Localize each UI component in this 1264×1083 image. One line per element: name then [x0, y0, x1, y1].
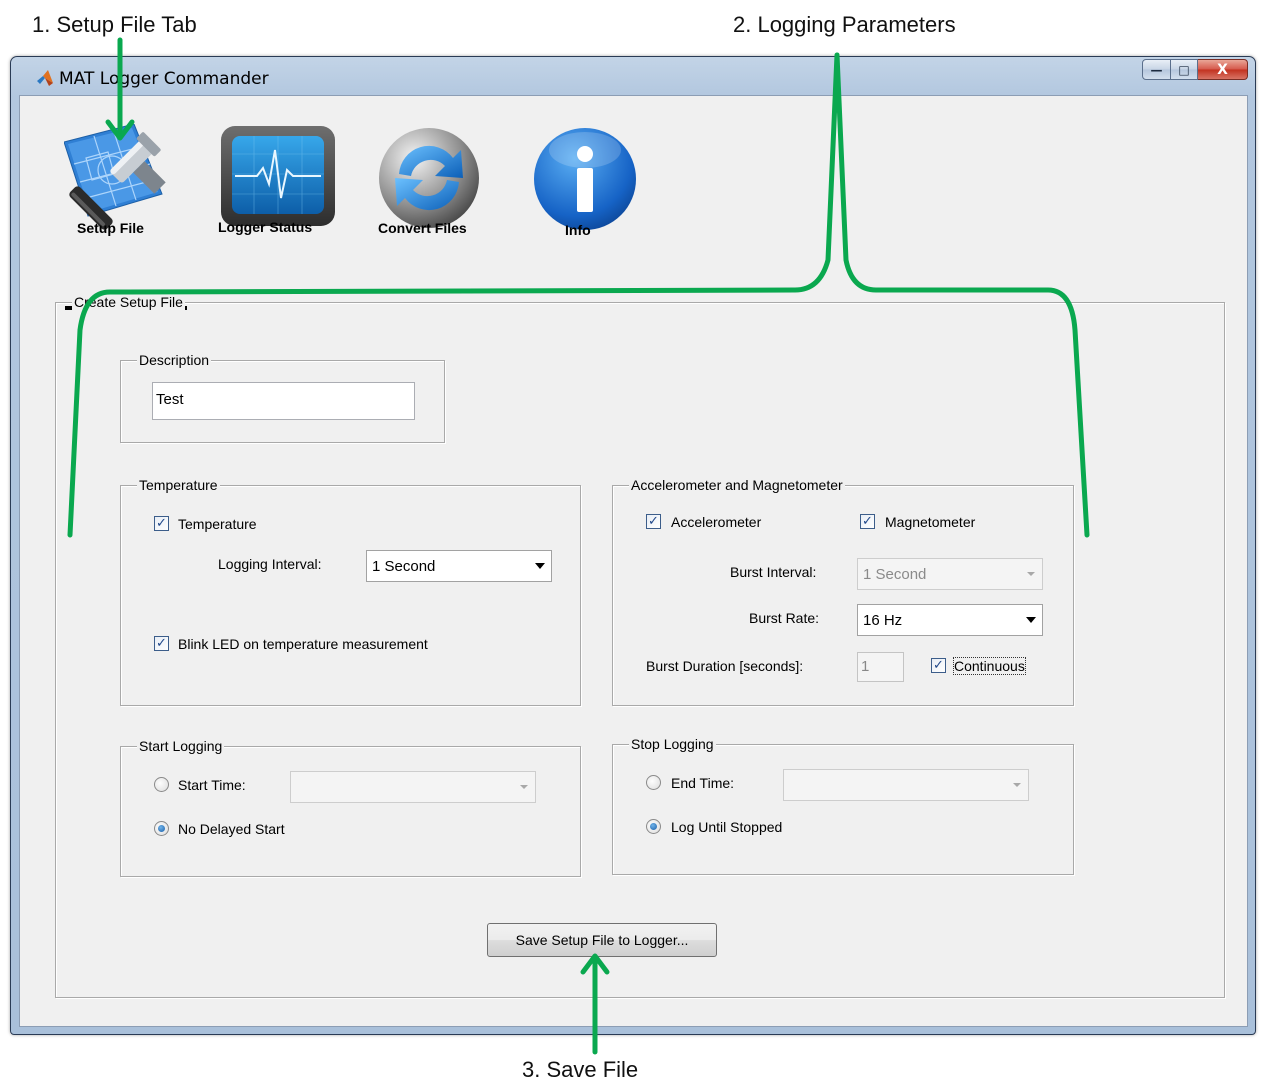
stop-logging-title: Stop Logging: [629, 736, 716, 752]
window-title: MAT Logger Commander: [59, 69, 269, 89]
maximize-icon: □: [1178, 62, 1190, 77]
chevron-down-icon: [1006, 770, 1028, 800]
temperature-checkbox[interactable]: ✓: [154, 516, 169, 531]
log-until-stopped-label: Log Until Stopped: [671, 819, 783, 835]
magnetometer-label: Magnetometer: [885, 514, 976, 530]
tab-logger-status[interactable]: Logger Status: [207, 124, 342, 235]
app-window: MAT Logger Commander — □ X Setup File Lo…: [10, 56, 1256, 1035]
chevron-down-icon: [1020, 605, 1042, 635]
info-icon: [531, 126, 639, 232]
no-delayed-start-radio[interactable]: [154, 821, 169, 836]
description-group: Description Test: [120, 352, 445, 443]
accelerometer-checkbox[interactable]: ✓: [646, 514, 661, 529]
chevron-down-icon: [529, 551, 551, 581]
tab-logger-status-label: Logger Status: [218, 219, 313, 235]
tab-convert-files[interactable]: Convert Files: [365, 124, 500, 236]
end-time-label: End Time:: [671, 775, 735, 791]
callout-logging-parameters: 2. Logging Parameters: [733, 12, 956, 37]
burst-duration-label: Burst Duration [seconds]:: [646, 658, 804, 674]
start-logging-title: Start Logging: [137, 738, 225, 754]
accel-mag-group: Accelerometer and Magnetometer ✓ Acceler…: [612, 477, 1074, 706]
temperature-title: Temperature: [137, 477, 220, 493]
burst-rate-value: 16 Hz: [863, 611, 903, 629]
end-time-radio[interactable]: [646, 775, 661, 790]
chevron-down-icon: [513, 772, 535, 802]
monitor-heartbeat-icon: [219, 124, 337, 229]
burst-interval-label: Burst Interval:: [730, 564, 817, 580]
checkmark-icon: ✓: [933, 658, 944, 673]
burst-rate-label: Burst Rate:: [749, 610, 820, 626]
accel-mag-title: Accelerometer and Magnetometer: [629, 477, 845, 493]
tab-info-label: Info: [565, 222, 591, 238]
no-delayed-start-label: No Delayed Start: [178, 821, 285, 837]
description-field[interactable]: Test: [152, 382, 415, 420]
save-setup-file-button[interactable]: Save Setup File to Logger...: [487, 923, 717, 957]
logging-interval-value: 1 Second: [372, 557, 436, 575]
close-button[interactable]: X: [1198, 59, 1248, 80]
checkmark-icon: ✓: [156, 516, 167, 531]
start-time-label: Start Time:: [178, 777, 246, 793]
client-area: Setup File Logger Status Convert Files I…: [19, 95, 1248, 1027]
window-controls: — □ X: [1142, 59, 1248, 80]
log-until-stopped-radio[interactable]: [646, 819, 661, 834]
title-bar[interactable]: MAT Logger Commander — □ X: [11, 57, 1255, 97]
minimize-icon: —: [1150, 62, 1163, 77]
checkmark-icon: ✓: [648, 514, 659, 529]
callout-save-file: 3. Save File: [522, 1057, 639, 1082]
callout-setup-file-tab: 1. Setup File Tab: [32, 12, 197, 37]
burst-interval-select[interactable]: 1 Second: [857, 558, 1043, 590]
matlab-icon: [36, 69, 54, 87]
create-setup-file-panel: Create Setup File Description Test Tempe…: [55, 294, 1225, 998]
burst-duration-field[interactable]: 1: [857, 652, 904, 682]
accelerometer-label: Accelerometer: [671, 514, 762, 530]
minimize-button[interactable]: —: [1142, 59, 1171, 80]
close-icon: X: [1217, 61, 1228, 78]
tab-setup-file-label: Setup File: [77, 220, 144, 236]
burst-interval-value: 1 Second: [863, 565, 927, 583]
description-title: Description: [137, 352, 212, 368]
tab-info[interactable]: Info: [527, 124, 647, 238]
tab-convert-files-label: Convert Files: [378, 220, 467, 236]
start-logging-group: Start Logging Start Time: No Delayed Sta…: [120, 738, 581, 877]
maximize-button[interactable]: □: [1171, 59, 1198, 80]
continuous-checkbox[interactable]: ✓: [931, 658, 946, 673]
blink-led-checkbox[interactable]: ✓: [154, 636, 169, 651]
logging-interval-select[interactable]: 1 Second: [366, 550, 552, 582]
temperature-checkbox-label: Temperature: [178, 516, 257, 532]
refresh-icon: [373, 126, 485, 230]
start-time-select[interactable]: [290, 771, 536, 803]
burst-rate-select[interactable]: 16 Hz: [857, 604, 1043, 636]
temperature-group: Temperature ✓ Temperature Logging Interv…: [120, 477, 581, 706]
end-time-select[interactable]: [783, 769, 1029, 801]
tab-setup-file[interactable]: Setup File: [50, 124, 185, 236]
hammer-blueprint-icon: [64, 124, 182, 234]
stop-logging-group: Stop Logging End Time: Log Until Stopped: [612, 736, 1074, 875]
logging-interval-label: Logging Interval:: [218, 556, 322, 572]
blink-led-label: Blink LED on temperature measurement: [178, 636, 428, 652]
continuous-label: Continuous: [953, 657, 1026, 675]
checkmark-icon: ✓: [862, 514, 873, 529]
start-time-radio[interactable]: [154, 777, 169, 792]
checkmark-icon: ✓: [156, 636, 167, 651]
magnetometer-checkbox[interactable]: ✓: [860, 514, 875, 529]
create-setup-file-title: Create Setup File: [72, 294, 185, 310]
chevron-down-icon: [1020, 559, 1042, 589]
